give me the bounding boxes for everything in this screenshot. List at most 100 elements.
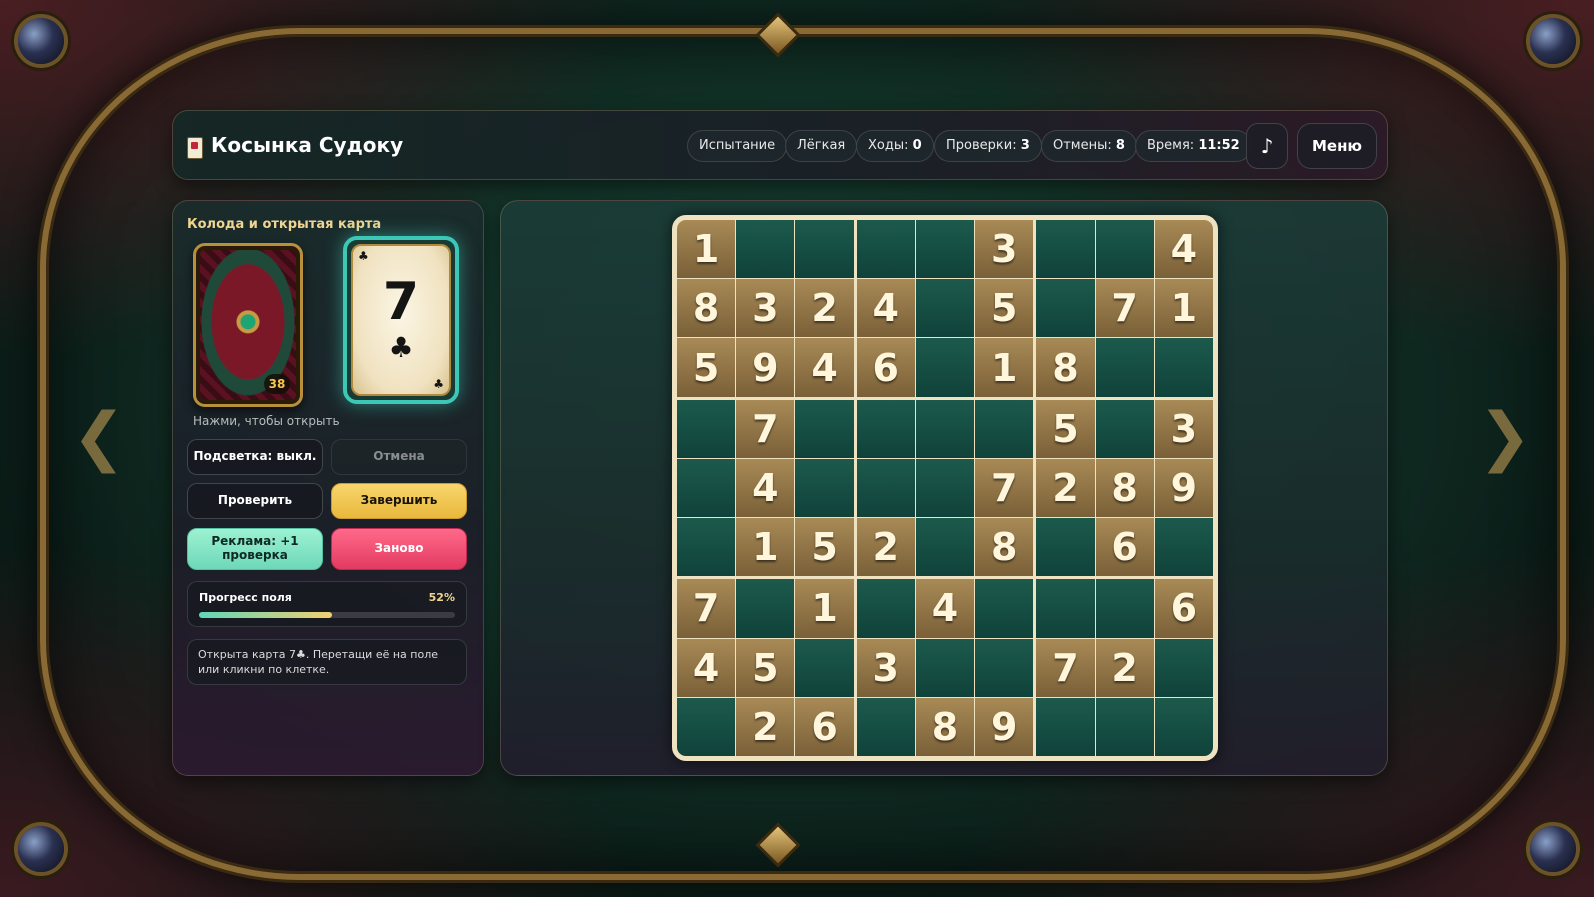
progress-track [199,612,455,618]
board-cell-r6-c4[interactable]: 2 [856,518,915,577]
board-cell-r9-c9[interactable] [1154,697,1213,756]
board-cell-r6-c7[interactable] [1036,518,1095,577]
restart-button[interactable]: Заново [331,528,467,570]
board-cell-r3-c5[interactable] [915,338,975,397]
board-cell-r1-c4[interactable] [856,220,915,279]
music-toggle-button[interactable]: ♪ [1246,123,1288,169]
board-cell-r7-c5[interactable]: 4 [915,579,975,638]
board-cell-r2-c2[interactable]: 3 [736,279,795,338]
board-cell-r9-c8[interactable] [1095,697,1154,756]
board-cell-r4-c3[interactable] [795,399,854,458]
board-cell-r7-c4[interactable] [856,579,915,638]
board-cell-r5-c3[interactable] [795,458,854,518]
board-cell-r3-c6[interactable]: 1 [975,338,1034,397]
board-cell-r9-c7[interactable] [1036,697,1095,756]
music-note-icon: ♪ [1260,134,1274,158]
board-cell-r8-c1[interactable]: 4 [677,638,736,697]
board-cell-r3-c7[interactable]: 8 [1036,338,1095,397]
board-cell-r7-c1[interactable]: 7 [677,579,736,638]
board-cell-r6-c3[interactable]: 5 [795,518,854,577]
board-cell-r1-c2[interactable] [736,220,795,279]
board-cell-r8-c2[interactable]: 5 [736,638,795,697]
board-cell-r6-c8[interactable]: 6 [1095,518,1154,577]
board-cell-r2-c8[interactable]: 7 [1095,279,1154,338]
board-cell-r7-c6[interactable] [975,579,1034,638]
undo-button[interactable]: Отмена [331,439,467,475]
board-cell-r5-c4[interactable] [856,458,915,518]
board-cell-r1-c6[interactable]: 3 [975,220,1034,279]
menu-button[interactable]: Меню [1297,123,1377,169]
board-cell-r1-c8[interactable] [1095,220,1154,279]
board-cell-r3-c8[interactable] [1095,338,1154,397]
board-cell-r2-c6[interactable]: 5 [975,279,1034,338]
board-cell-r1-c5[interactable] [915,220,975,279]
board-cell-r5-c7[interactable]: 2 [1036,458,1095,518]
ad-bonus-check-button[interactable]: Реклама: +1 проверка [187,528,323,570]
board-cell-r2-c3[interactable]: 2 [795,279,854,338]
board-cell-r9-c2[interactable]: 2 [736,697,795,756]
board-cell-r4-c5[interactable] [915,399,975,458]
board-cell-r5-c6[interactable]: 7 [975,458,1034,518]
open-card[interactable]: ♣ 7 ♣ ♣ [343,236,459,404]
board-cell-r9-c1[interactable] [677,697,736,756]
board-cell-r8-c8[interactable]: 2 [1095,638,1154,697]
right-chevron-ornament-icon: ❯ [1478,400,1532,474]
board-cell-r4-c4[interactable] [856,399,915,458]
board-cell-r4-c8[interactable] [1095,399,1154,458]
progress-fill [199,612,333,618]
corner-orb-icon [1530,18,1576,64]
board-cell-r2-c5[interactable] [915,279,975,338]
board-cell-r4-c6[interactable] [975,399,1034,458]
board-cell-r7-c9[interactable]: 6 [1154,579,1213,638]
board-cell-r7-c2[interactable] [736,579,795,638]
board-cell-r7-c7[interactable] [1036,579,1095,638]
draw-deck[interactable]: 38 [193,243,303,407]
board-cell-r3-c9[interactable] [1154,338,1213,397]
highlight-toggle-button[interactable]: Подсветка: выкл. [187,439,323,475]
board-cell-r9-c3[interactable]: 6 [795,697,854,756]
board-cell-r6-c6[interactable]: 8 [975,518,1034,577]
board-cell-r1-c9[interactable]: 4 [1154,220,1213,279]
board-cell-r6-c2[interactable]: 1 [736,518,795,577]
board-cell-r7-c8[interactable] [1095,579,1154,638]
board-cell-r5-c5[interactable] [915,458,975,518]
board-cell-r8-c7[interactable]: 7 [1036,638,1095,697]
moves-chip: Ходы: 0 [856,130,934,162]
board-cell-r3-c3[interactable]: 4 [795,338,854,397]
board-cell-r5-c8[interactable]: 8 [1095,458,1154,518]
board-cell-r3-c2[interactable]: 9 [736,338,795,397]
app-title: Косынка Судоку [211,133,404,157]
board-cell-r4-c2[interactable]: 7 [736,399,795,458]
board-cell-r2-c1[interactable]: 8 [677,279,736,338]
board-cell-r4-c9[interactable]: 3 [1154,399,1213,458]
board-cell-r9-c4[interactable] [856,697,915,756]
board-cell-r1-c3[interactable] [795,220,854,279]
board-cell-r2-c4[interactable]: 4 [856,279,915,338]
board-cell-r3-c4[interactable]: 6 [856,338,915,397]
board-cell-r9-c6[interactable]: 9 [975,697,1034,756]
check-button[interactable]: Проверить [187,483,323,519]
board-cell-r2-c9[interactable]: 1 [1154,279,1213,338]
board-cell-r6-c5[interactable] [915,518,975,577]
board-cell-r3-c1[interactable]: 5 [677,338,736,397]
board-cell-r8-c6[interactable] [975,638,1034,697]
board-cell-r2-c7[interactable] [1036,279,1095,338]
board-cell-r8-c4[interactable]: 3 [856,638,915,697]
board-cell-r5-c2[interactable]: 4 [736,458,795,518]
board-cell-r6-c1[interactable] [677,518,736,577]
board-cell-r1-c7[interactable] [1036,220,1095,279]
board-cell-r6-c9[interactable] [1154,518,1213,577]
board-cell-r8-c3[interactable] [795,638,854,697]
board-cell-r9-c5[interactable]: 8 [915,697,975,756]
board-cell-r8-c5[interactable] [915,638,975,697]
board-cell-r5-c9[interactable]: 9 [1154,458,1213,518]
finish-button[interactable]: Завершить [331,483,467,519]
board-cell-r8-c9[interactable] [1154,638,1213,697]
board-cell-r1-c1[interactable]: 1 [677,220,736,279]
board-cell-r7-c3[interactable]: 1 [795,579,854,638]
board-cell-r5-c1[interactable] [677,458,736,518]
board-cell-r4-c1[interactable] [677,399,736,458]
board-cell-r4-c7[interactable]: 5 [1036,399,1095,458]
sudoku-grid: 1348324571594618753472891528671464537226… [672,215,1218,761]
progress-percent: 52% [428,591,455,604]
